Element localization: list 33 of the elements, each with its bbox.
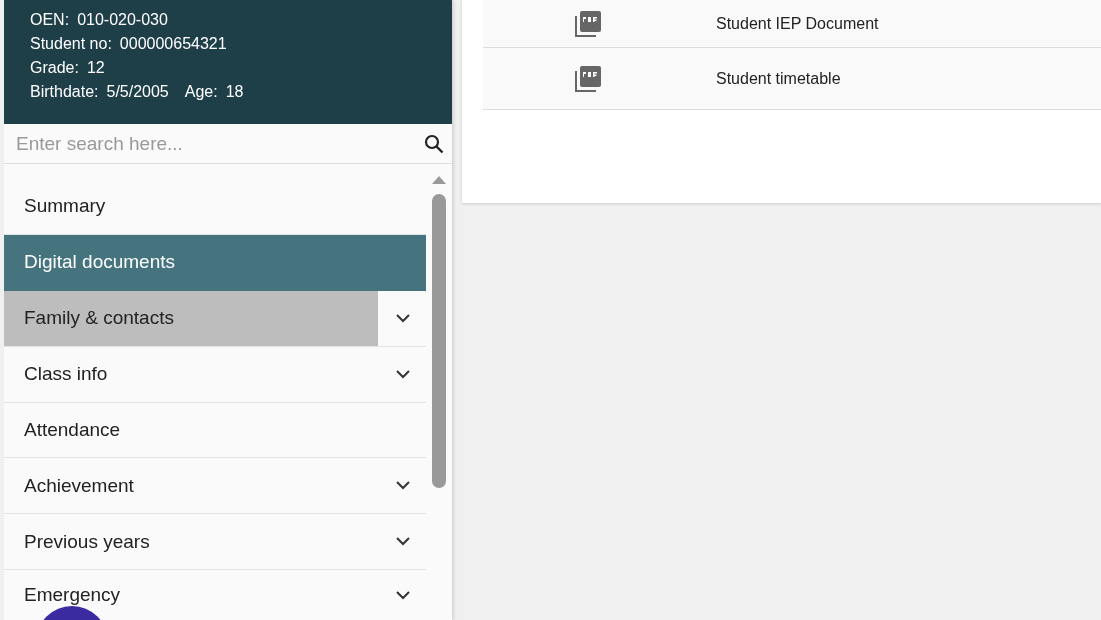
document-name: Student IEP Document [716,14,879,33]
scrollbar-thumb[interactable] [432,194,446,488]
chevron-down-icon[interactable] [396,590,410,600]
pdf-icon [575,65,601,92]
info-label: Birthdate: [30,82,99,102]
chevron-down-icon[interactable] [396,313,410,323]
info-label: Grade: [30,58,79,78]
nav-item[interactable]: Previous years [4,514,426,571]
document-row[interactable]: Student IEP Document [483,0,1101,48]
nav-item[interactable]: Class info [4,346,426,403]
info-value: 18 [225,82,244,102]
info-label: Student no: [30,34,112,54]
info-value: 5/5/2005 [106,82,169,102]
nav-item[interactable]: Emergency [4,570,426,620]
nav-item[interactable]: Achievement [4,458,426,515]
document-row[interactable]: Student timetable [483,48,1101,110]
info-value: 12 [86,58,105,78]
search-icon[interactable] [424,133,444,154]
scroll-up-icon[interactable] [432,176,446,184]
chevron-down-icon[interactable] [396,481,410,491]
document-name: Student timetable [716,69,841,88]
info-value: 010-020-030 [77,10,168,30]
pdf-icon [575,10,601,37]
nav-item[interactable]: Family & contacts [4,290,426,347]
search-field[interactable]: Enter search here... [14,131,424,156]
info-label: OEN: [30,10,70,30]
info-label: Age: [184,82,218,102]
nav-item[interactable]: Attendance [4,402,426,459]
nav-item[interactable]: Digital documents [4,234,426,291]
info-value: 000000654321 [119,34,227,54]
chevron-down-icon[interactable] [396,537,410,547]
chevron-down-icon[interactable] [396,369,410,379]
nav-item[interactable]: Summary [4,179,426,235]
